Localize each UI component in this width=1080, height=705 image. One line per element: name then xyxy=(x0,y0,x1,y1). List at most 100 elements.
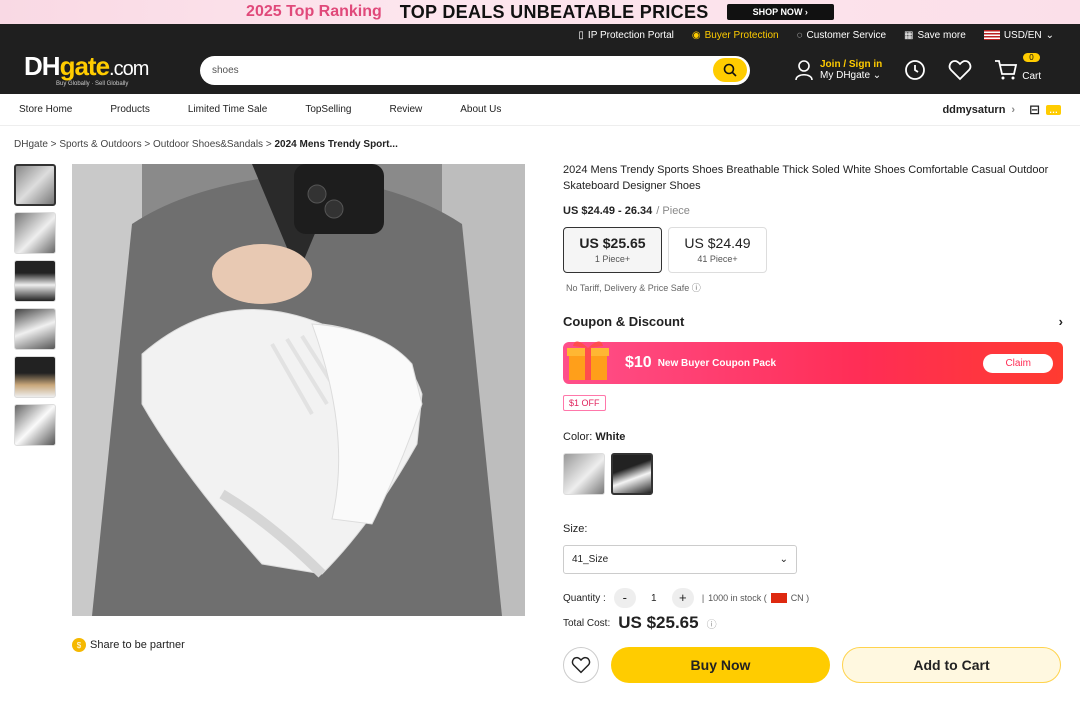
product-title: 2024 Mens Trendy Sports Shoes Breathable… xyxy=(563,164,1049,192)
thumbnail-list xyxy=(14,164,56,446)
dhgate-logo[interactable]: DHgate.com Buy Globally · Sell Globally xyxy=(24,50,184,87)
price-unit: / Piece xyxy=(656,205,690,217)
color-swatch-white[interactable] xyxy=(611,453,653,495)
add-to-cart-button[interactable]: Add to Cart xyxy=(842,647,1061,683)
thumbnail-1[interactable] xyxy=(14,164,56,206)
total-cost-row: Total Cost: US $25.65 ⓘ xyxy=(563,613,1063,633)
thumbnail-3[interactable] xyxy=(14,260,56,302)
coupon-text: New Buyer Coupon Pack xyxy=(657,357,777,369)
shop-now-button[interactable]: SHOP NOW › xyxy=(726,4,834,20)
dollar-coin-icon: $ xyxy=(72,638,86,652)
account-menu[interactable]: Join / Sign in My DHgate ⌄ xyxy=(794,59,882,81)
breadcrumb-current: 2024 Mens Trendy Sport... xyxy=(274,139,398,150)
origin-text: CN ) xyxy=(790,593,810,603)
nav-store-home[interactable]: Store Home xyxy=(19,104,72,115)
stock-text: 1000 in stock ( xyxy=(708,593,767,603)
chevron-down-icon: ⌄ xyxy=(1045,29,1054,41)
claim-button[interactable]: Claim xyxy=(983,353,1053,373)
logo-com: .com xyxy=(109,57,149,80)
banner-ranking: 2025 Top Ranking xyxy=(246,3,382,20)
currency-selector[interactable]: USD/EN ⌄ xyxy=(983,29,1054,41)
nav-products[interactable]: Products xyxy=(110,104,149,115)
china-flag-icon xyxy=(770,593,787,603)
message-icon[interactable]: … xyxy=(1046,104,1061,115)
price-tier-1[interactable]: US $25.65 1 Piece+ xyxy=(563,227,662,273)
nav-review[interactable]: Review xyxy=(389,104,422,115)
coupon-amount: $10 xyxy=(625,354,652,371)
quantity-row: Quantity : - 1 + | 1000 in stock (CN ) xyxy=(563,588,1063,608)
save-more-link[interactable]: ▦ Save more xyxy=(904,30,966,41)
info-icon[interactable]: ⓘ xyxy=(707,616,717,631)
chevron-down-icon: ⌄ xyxy=(872,70,882,81)
breadcrumb-sports[interactable]: Sports & Outdoors xyxy=(59,139,141,150)
discount-badge: $1 OFF xyxy=(563,395,606,411)
ip-protection-link[interactable]: ▯ IP Protection Portal xyxy=(578,30,674,41)
promo-banner[interactable]: 2025 Top Ranking TOP DEALS UNBEATABLE PR… xyxy=(0,0,1080,24)
chevron-down-icon: ⌄ xyxy=(779,554,788,565)
customer-service-link[interactable]: ◌ Customer Service xyxy=(797,30,886,41)
total-cost-value: US $25.65 xyxy=(618,613,699,632)
favorite-button[interactable] xyxy=(563,647,599,683)
top-bar: ▯ IP Protection Portal ◉ Buyer Protection … xyxy=(0,24,1080,46)
nav-topselling[interactable]: TopSelling xyxy=(305,104,351,115)
store-icon[interactable]: ⊟ xyxy=(1029,102,1040,118)
buyer-protection-label: Buyer Protection xyxy=(704,29,779,41)
total-cost-label: Total Cost: xyxy=(563,617,611,629)
cart-icon xyxy=(995,60,1018,80)
breadcrumb-outdoor-shoes[interactable]: Outdoor Shoes&Sandals xyxy=(153,139,263,150)
buy-now-button[interactable]: Buy Now xyxy=(611,647,830,683)
history-icon[interactable] xyxy=(904,59,926,81)
store-nav: Store Home Products Limited Time Sale To… xyxy=(0,94,1080,126)
share-partner-link[interactable]: $ Share to be partner xyxy=(72,638,185,652)
search-icon xyxy=(723,63,737,77)
user-icon xyxy=(795,60,813,81)
logo-tagline: Buy Globally · Sell Globally xyxy=(56,80,129,87)
join-sign-in-link[interactable]: Join / Sign in xyxy=(820,59,882,70)
customer-service-label: Customer Service xyxy=(806,29,886,41)
cart-button[interactable]: 0 Cart xyxy=(994,52,1042,82)
decrease-qty-button[interactable]: - xyxy=(613,588,636,608)
thumbnail-4[interactable] xyxy=(14,308,56,350)
wishlist-heart-icon[interactable] xyxy=(948,59,972,81)
cart-label: Cart xyxy=(1022,70,1042,82)
size-value: 41_Size xyxy=(572,554,609,565)
safe-text: No Tariff, Delivery & Price Safe xyxy=(566,283,690,293)
store-name: ddmysaturn xyxy=(942,103,1006,116)
quantity-value[interactable]: 1 xyxy=(644,593,664,604)
logo-dh: DH xyxy=(24,50,61,81)
nav-limited-time-sale[interactable]: Limited Time Sale xyxy=(188,104,267,115)
nav-about-us[interactable]: About Us xyxy=(460,104,501,115)
thumbnail-5[interactable] xyxy=(14,356,56,398)
chat-icon: ◌ xyxy=(796,29,803,41)
shield-icon: ◉ xyxy=(691,29,701,41)
gift-box-icon xyxy=(567,341,609,380)
ip-protection-label: IP Protection Portal xyxy=(587,29,674,41)
size-select[interactable]: 41_Size ⌄ xyxy=(563,545,797,574)
coupon-title: Coupon & Discount xyxy=(563,314,685,329)
stock-info: | 1000 in stock (CN ) xyxy=(701,593,810,603)
store-name-link[interactable]: ddmysaturn › ⊟ … xyxy=(942,102,1061,118)
main-product-image[interactable] xyxy=(72,164,525,616)
color-label: Color: White xyxy=(563,431,1063,443)
thumbnail-2[interactable] xyxy=(14,212,56,254)
search-button[interactable] xyxy=(713,58,747,82)
share-label: Share to be partner xyxy=(90,639,185,651)
color-value: White xyxy=(595,431,626,443)
book-icon: ▯ xyxy=(578,29,584,41)
color-swatch-1[interactable] xyxy=(563,453,605,495)
increase-qty-button[interactable]: + xyxy=(671,588,694,608)
thumbnail-6[interactable] xyxy=(14,404,56,446)
us-flag-icon xyxy=(983,30,1000,40)
coupon-banner: $10 New Buyer Coupon Pack Claim xyxy=(563,341,1063,384)
price-tier-2[interactable]: US $24.49 41 Piece+ xyxy=(668,227,767,273)
help-icon[interactable]: ⓘ xyxy=(692,283,701,293)
buyer-protection-link[interactable]: ◉ Buyer Protection xyxy=(692,30,779,41)
search-input[interactable] xyxy=(212,64,713,76)
coupon-header[interactable]: Coupon & Discount › xyxy=(563,314,1063,329)
breadcrumb-dhgate[interactable]: DHgate xyxy=(14,139,48,150)
tier-price: US $24.49 xyxy=(684,235,751,251)
tier-price: US $25.65 xyxy=(579,235,646,251)
logo-gate: gate xyxy=(59,50,110,81)
main-header: DHgate.com Buy Globally · Sell Globally … xyxy=(0,46,1080,94)
safe-notice: No Tariff, Delivery & Price Safe ⓘ xyxy=(563,281,1063,294)
